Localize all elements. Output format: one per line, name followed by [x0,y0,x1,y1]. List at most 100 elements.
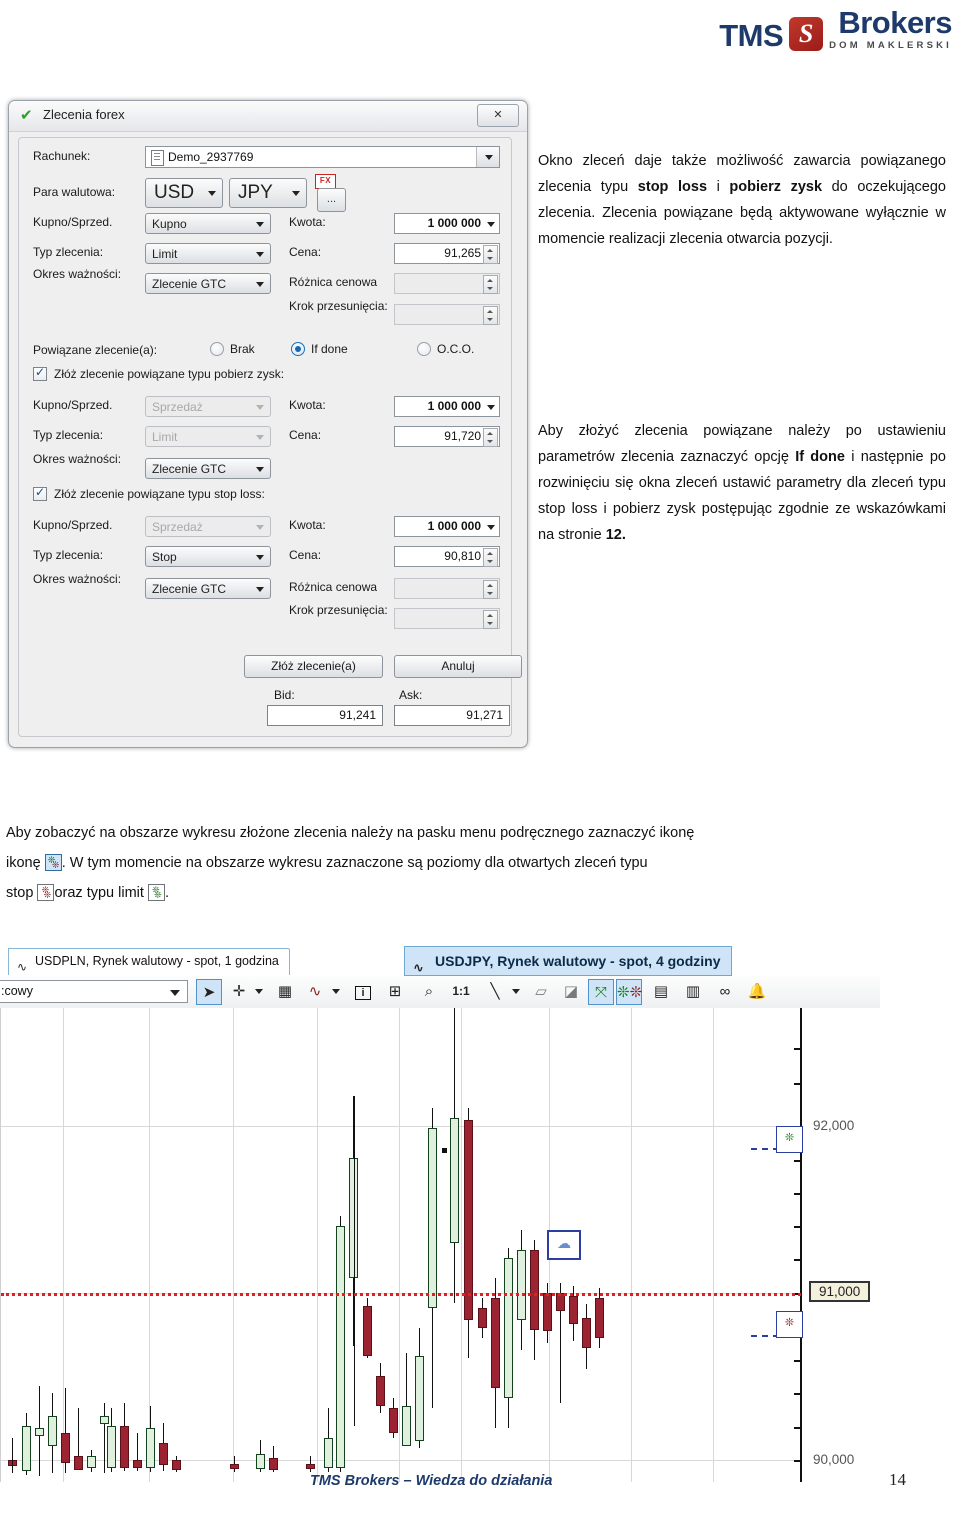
one-to-one-icon[interactable]: 1:1 [448,979,474,1005]
price-input[interactable]: 91,265 [394,243,500,264]
tp-side-combo[interactable]: Sprzedaż [145,396,271,417]
order-type-value: Limit [152,247,178,261]
link-icon[interactable]: ∞ [712,979,738,1005]
tp-validity-value: Zlecenie GTC [152,462,227,476]
check-icon: ✔ [20,107,33,124]
page-number: 14 [889,1470,906,1489]
price-spinner[interactable] [483,245,498,264]
account-combo[interactable]: Demo_2937769 [145,146,500,168]
orders-icon[interactable]: ❊❊ [616,979,642,1005]
add-window-icon[interactable]: ⊞ [382,979,408,1005]
take-profit-checkbox-icon[interactable] [33,365,47,381]
radio-brak-icon[interactable] [210,342,224,356]
submit-orders-button[interactable]: Złóż zlecenie(a) [244,655,383,678]
side-label-row: Kupno/Sprzed. [33,215,112,229]
amount-dropdown-icon[interactable] [487,222,495,227]
tp-validity-combo[interactable]: Zlecenie GTC [145,458,271,479]
grid-icon[interactable]: ▦ [272,979,298,1005]
para3-part-d: oraz typu limit [54,885,144,901]
sl-price-spinner[interactable] [483,548,498,567]
axis-label-92000: 92,000 [813,1118,855,1133]
sl-step-spinner[interactable] [483,610,498,629]
side-combo[interactable]: Kupno [145,213,271,234]
sl-amount-dropdown-icon[interactable] [487,525,495,530]
page-header: TMS S Brokers DOM MAKLERSKI [0,0,960,72]
sl-type-combo[interactable]: Stop [145,546,271,567]
close-icon[interactable]: ✕ [477,104,519,127]
sl-side-value: Sprzedaż [152,520,203,534]
tab-usdpln[interactable]: ∿ USDPLN, Rynek walutowy - spot, 1 godzi… [8,948,290,975]
amount-input[interactable]: 1 000 000 [394,213,500,234]
amount-value: 1 000 000 [427,216,481,230]
take-profit-flag-icon[interactable]: ❊ [776,1126,803,1153]
quote-currency-combo[interactable]: JPY [229,178,307,208]
position-marker-icon[interactable]: ☁ [547,1230,581,1260]
price-label-row: Cena: [289,245,321,259]
radio-brak[interactable]: Brak [210,342,255,356]
spread-input[interactable] [394,273,500,294]
stop-loss-checkbox-row[interactable]: Złóż zlecenie powiązane typu stop loss: [33,485,265,501]
stop-loss-flag-icon[interactable]: ❊ [776,1311,803,1338]
validity-combo[interactable]: Zlecenie GTC [145,273,271,294]
dialog-body: Rachunek: Demo_2937769 Para walutowa: US… [18,137,522,737]
orders-icon: ❊ ❊ [44,854,62,871]
current-price-tag: 91,000 [809,1281,871,1302]
chart-template-icon[interactable]: ▥ [680,979,706,1005]
spread-spinner[interactable] [483,275,498,294]
crosshair-dropdown-icon[interactable] [255,989,263,994]
account-dropdown-button[interactable] [476,147,499,167]
sl-validity-combo[interactable]: Zlecenie GTC [145,578,271,599]
info-icon[interactable]: i [350,979,376,1005]
tab-usdjpy[interactable]: ∿ USDJPY, Rynek walutowy - spot, 4 godzi… [404,946,732,976]
logo-subtitle: DOM MAKLERSKI [829,40,952,51]
alert-bell-icon[interactable]: 🔔 [744,979,770,1005]
sl-side-combo[interactable]: Sprzedaż [145,516,271,537]
base-currency-combo[interactable]: USD [145,178,223,208]
order-type-combo[interactable]: Limit [145,243,271,264]
radio-if-done[interactable]: If done [291,342,348,356]
para1-bold-pobierzzysk: pobierz zysk [729,179,823,195]
dialog-titlebar: ✔ Zlecenia forex ✕ [9,101,527,132]
erase-all-icon[interactable]: ◪ [558,979,584,1005]
linked-orders-label: Powiązane zlecenie(a): [33,343,158,357]
para2-bold-page: 12. [605,527,626,543]
radio-oco[interactable]: O.C.O. [417,342,474,356]
cancel-button[interactable]: Anuluj [394,655,522,678]
indicator-dropdown-icon[interactable] [332,989,340,994]
tp-amount-input[interactable]: 1 000 000 [394,396,500,417]
period-combo[interactable]: :cowy [0,980,188,1003]
tp-amount-dropdown-icon[interactable] [487,405,495,410]
tp-type-combo[interactable]: Limit [145,426,271,447]
new-chart-icon[interactable]: ▤ [648,979,674,1005]
sl-step-input[interactable] [394,608,500,629]
sl-spread-spinner[interactable] [483,580,498,599]
zoom-icon[interactable]: ⌕ [416,979,442,1005]
tab-usdpln-label: USDPLN, Rynek walutowy - spot, 1 godzina [35,954,279,968]
trendline-icon[interactable]: ╲ [482,979,508,1005]
chart-toolbar: :cowy ➤ ✛ ▦ ∿ i ⊞ ⌕ 1:1 ╲ ▱ ◪ ⤧ ❊❊ ▤ ▥ ∞… [0,976,880,1009]
tp-price-input[interactable]: 91,720 [394,426,500,447]
step-spinner[interactable] [483,306,498,325]
radio-if-done-icon[interactable] [291,342,305,356]
sl-spread-input[interactable] [394,578,500,599]
candlestick-chart[interactable]: 92,000 90,000 ❊ ❊ 91,000 ☁ [0,1008,881,1482]
radio-oco-icon[interactable] [417,342,431,356]
sl-price-input[interactable]: 90,810 [394,546,500,567]
base-currency-value: USD [154,182,195,203]
period-value: :cowy [1,984,33,998]
positions-icon[interactable]: ⤧ [588,979,614,1005]
tp-price-spinner[interactable] [483,428,498,447]
trendline-dropdown-icon[interactable] [512,989,520,994]
bid-label-row: Bid: [274,688,295,702]
pair-label-row: Para walutowa: [33,185,115,199]
step-input[interactable] [394,304,500,325]
account-label: Rachunek: [33,149,91,163]
eraser-icon[interactable]: ▱ [528,979,554,1005]
take-profit-checkbox-row[interactable]: Złóż zlecenie powiązane typu pobierz zys… [33,365,284,381]
indicator-icon[interactable]: ∿ [302,979,328,1005]
stop-loss-checkbox-icon[interactable] [33,485,47,501]
pointer-icon[interactable]: ➤ [196,979,222,1005]
sl-amount-input[interactable]: 1 000 000 [394,516,500,537]
more-options-button[interactable]: ... [317,188,346,212]
crosshair-icon[interactable]: ✛ [226,979,252,1005]
